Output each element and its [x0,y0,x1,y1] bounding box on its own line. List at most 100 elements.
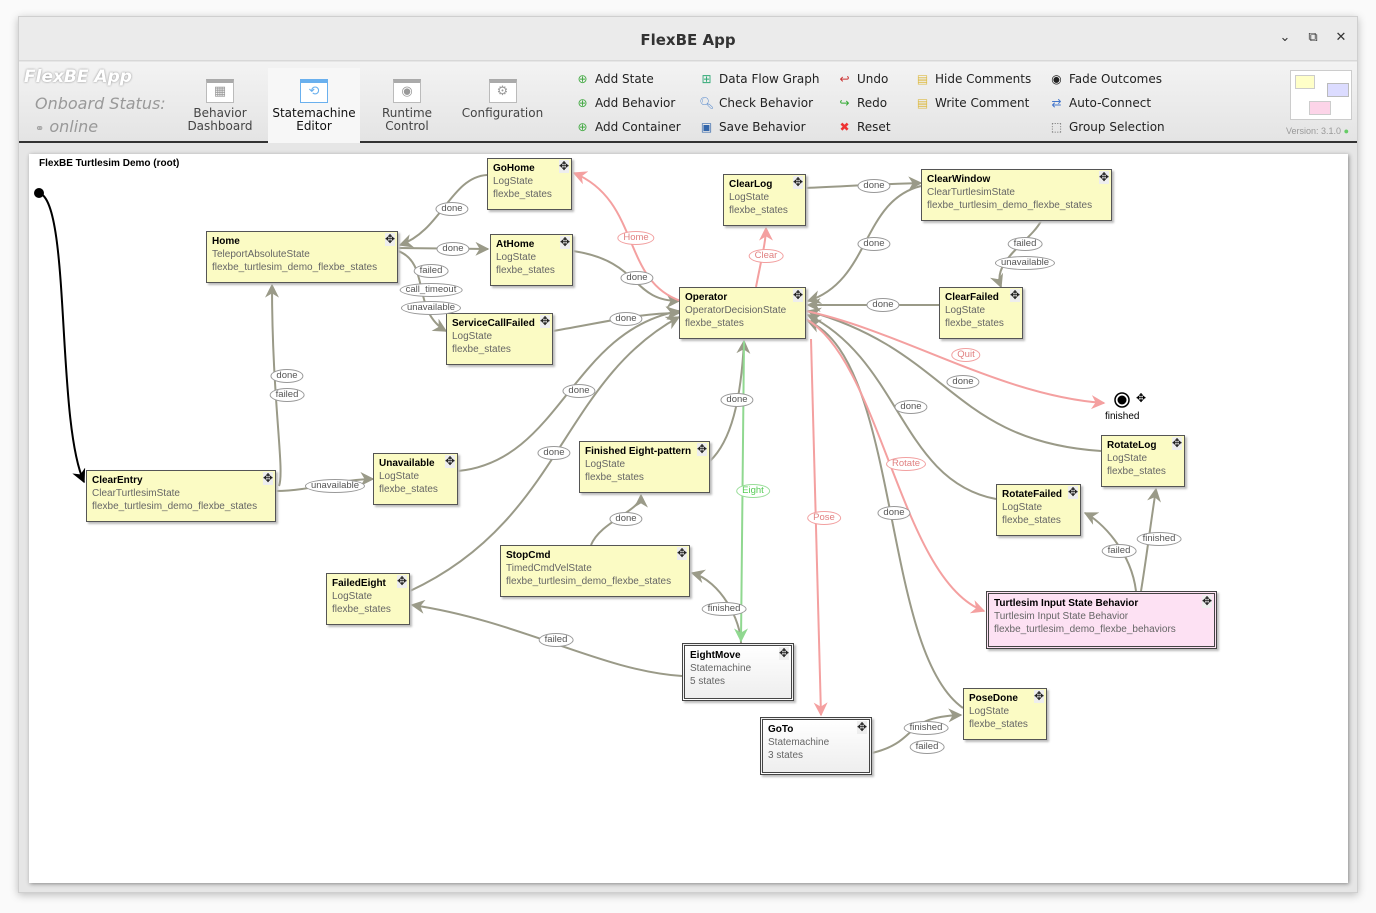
behavior-turtlesim-input-state[interactable]: ✥ Turtlesim Input State Behavior Turtlesim… [986,591,1217,649]
state-servicecallfailed[interactable]: ✥ ServiceCallFailed LogState flexbe_states [446,313,553,365]
outcome-label[interactable]: unavailable [304,479,366,493]
reset-button[interactable]: ✖ Reset [837,120,890,134]
redo-button[interactable]: ↪ Redo [837,96,887,110]
move-icon[interactable]: ✥ [1171,437,1182,450]
move-icon[interactable]: ✥ [539,315,550,328]
tab-runtime-control[interactable]: ◉ Runtime Control [361,68,453,143]
outcome-label[interactable]: finished [903,721,949,735]
outcome-label[interactable]: call_timeout [399,283,463,297]
move-icon[interactable]: ✥ [1098,171,1109,184]
state-failedeight[interactable]: ✥ FailedEight LogState flexbe_states [326,573,410,625]
data-flow-graph-button[interactable]: ⊞ Data Flow Graph [699,72,819,86]
move-icon[interactable]: ✥ [384,233,395,246]
hide-comments-button[interactable]: ▤ Hide Comments [915,72,1031,86]
outcome-label[interactable]: failed [909,740,945,754]
group-selection-button[interactable]: ⬚ Group Selection [1049,120,1165,134]
move-icon[interactable]: ✥ [1009,289,1020,302]
outcome-label[interactable]: done [609,312,643,326]
move-icon[interactable]: ✥ [444,455,455,468]
outcome-label[interactable]: done [609,512,643,526]
move-icon[interactable]: ✥ [778,647,789,660]
state-rotatelog[interactable]: ✥ RotateLog LogState flexbe_states [1101,435,1185,487]
move-icon[interactable]: ✥ [792,289,803,302]
outcome-label[interactable]: done [537,446,571,460]
outcome-label[interactable]: done [946,375,980,389]
state-posedone[interactable]: ✥ PoseDone LogState flexbe_states [963,688,1047,740]
outcome-label[interactable]: unavailable [994,256,1056,270]
add-behavior-button[interactable]: ⊕ Add Behavior [575,96,675,110]
outcome-label[interactable]: Rotate [886,457,926,471]
add-state-button[interactable]: ⊕ Add State [575,72,653,86]
outcome-label[interactable]: failed [1101,544,1137,558]
container-eightmove[interactable]: ✥ EightMove Statemachine 5 states [682,643,794,701]
outcome-label[interactable]: unavailable [400,301,462,315]
outcome-label[interactable]: done [436,242,470,256]
state-rotatefailed[interactable]: ✥ RotateFailed LogState flexbe_states [996,484,1081,536]
floppy-icon: ▣ [700,120,713,134]
outcome-label[interactable]: done [435,202,469,216]
state-stopcmd[interactable]: ✥ StopCmd TimedCmdVelState flexbe_turtlesim… [500,545,690,597]
statemachine-canvas[interactable]: FlexBE Turtlesim Demo (root) ✥ finished … [29,154,1348,883]
move-icon[interactable]: ✥ [558,160,569,173]
move-icon[interactable]: ✥ [676,547,687,560]
maximize-icon[interactable]: ⧉ [1303,29,1323,45]
outcome-label[interactable]: done [866,298,900,312]
outcome-label[interactable]: failed [1007,237,1043,251]
state-unavailable[interactable]: ✥ Unavailable LogState flexbe_states [373,453,458,505]
close-icon[interactable]: ✕ [1331,29,1351,45]
outcome-label[interactable]: done [562,384,596,398]
outcome-label[interactable]: finished [701,602,747,616]
outcome-label[interactable]: Clear [748,249,784,263]
check-behavior-button[interactable]: 🔍︎ Check Behavior [699,96,813,110]
outcome-label[interactable]: Pose [807,511,841,525]
state-athome[interactable]: ✥ AtHome LogState flexbe_states [490,234,573,286]
state-clearentry[interactable]: ✥ ClearEntry ClearTurtlesimState flexbe_tur… [86,470,276,522]
outcome-label[interactable]: done [620,271,654,285]
minimize-icon[interactable]: ⌄ [1275,29,1295,45]
transition-pose [810,338,828,717]
state-clearfailed[interactable]: ✥ ClearFailed LogState flexbe_states [939,287,1023,339]
outcome-label[interactable]: Eight [736,484,770,498]
outcome-label[interactable]: failed [269,388,305,402]
outcome-label[interactable]: done [857,179,891,193]
outcome-label[interactable]: failed [413,264,449,278]
tab-configuration[interactable]: ⚙ Configuration [455,68,550,143]
move-icon[interactable]: ✥ [396,575,407,588]
move-icon[interactable]: ✥ [696,443,707,456]
state-clearlog[interactable]: ✥ ClearLog LogState flexbe_states [723,174,806,226]
state-clearwindow[interactable]: ✥ ClearWindow ClearTurtlesimState flexbe_tu… [921,169,1112,221]
move-icon[interactable]: ✥ [792,176,803,189]
save-behavior-button[interactable]: ▣ Save Behavior [699,120,806,134]
move-icon[interactable]: ✥ [856,721,867,734]
outcome-label[interactable]: Home [617,231,655,245]
move-icon[interactable]: ✥ [559,236,570,249]
container-goto[interactable]: ✥ GoTo Statemachine 3 states [760,717,872,775]
move-icon[interactable]: ✥ [262,472,273,485]
move-icon[interactable]: ✥ [1201,595,1212,608]
tab-behavior-dashboard[interactable]: ▦ Behavior Dashboard [174,68,266,143]
write-comment-button[interactable]: ▤ Write Comment [915,96,1029,110]
move-icon[interactable]: ✥ [1136,391,1146,405]
tab-statemachine-editor[interactable]: ⟲ Statemachine Editor [268,68,360,143]
fade-outcomes-button[interactable]: ◉ Fade Outcomes [1049,72,1162,86]
state-operator[interactable]: ✥ Operator OperatorDecisionState flexbe_sta… [679,287,806,339]
state-finished-eight-pattern[interactable]: ✥ Finished Eight-pattern LogState flexbe_st… [579,441,710,493]
outcome-label[interactable]: done [877,506,911,520]
outcome-label[interactable]: done [720,393,754,407]
state-home[interactable]: ✥ Home TeleportAbsoluteState flexbe_turtles… [206,231,398,283]
undo-button[interactable]: ↩ Undo [837,72,888,86]
move-icon[interactable]: ✥ [1033,690,1044,703]
auto-connect-button[interactable]: ⇄ Auto-Connect [1049,96,1151,110]
outcome-label[interactable]: done [894,400,928,414]
outcome-label[interactable]: failed [538,633,574,647]
gear-icon: ⚙ [488,79,517,103]
outcome-label[interactable]: done [857,237,891,251]
state-gohome[interactable]: ✥ GoHome LogState flexbe_states [487,158,572,210]
transition-init [38,192,86,484]
minimap[interactable] [1290,70,1352,120]
add-container-button[interactable]: ⊕ Add Container [575,120,680,134]
outcome-label[interactable]: done [270,369,304,383]
move-icon[interactable]: ✥ [1067,486,1078,499]
outcome-label[interactable]: finished [1136,532,1182,546]
status-dot-icon: ● [1343,126,1349,136]
